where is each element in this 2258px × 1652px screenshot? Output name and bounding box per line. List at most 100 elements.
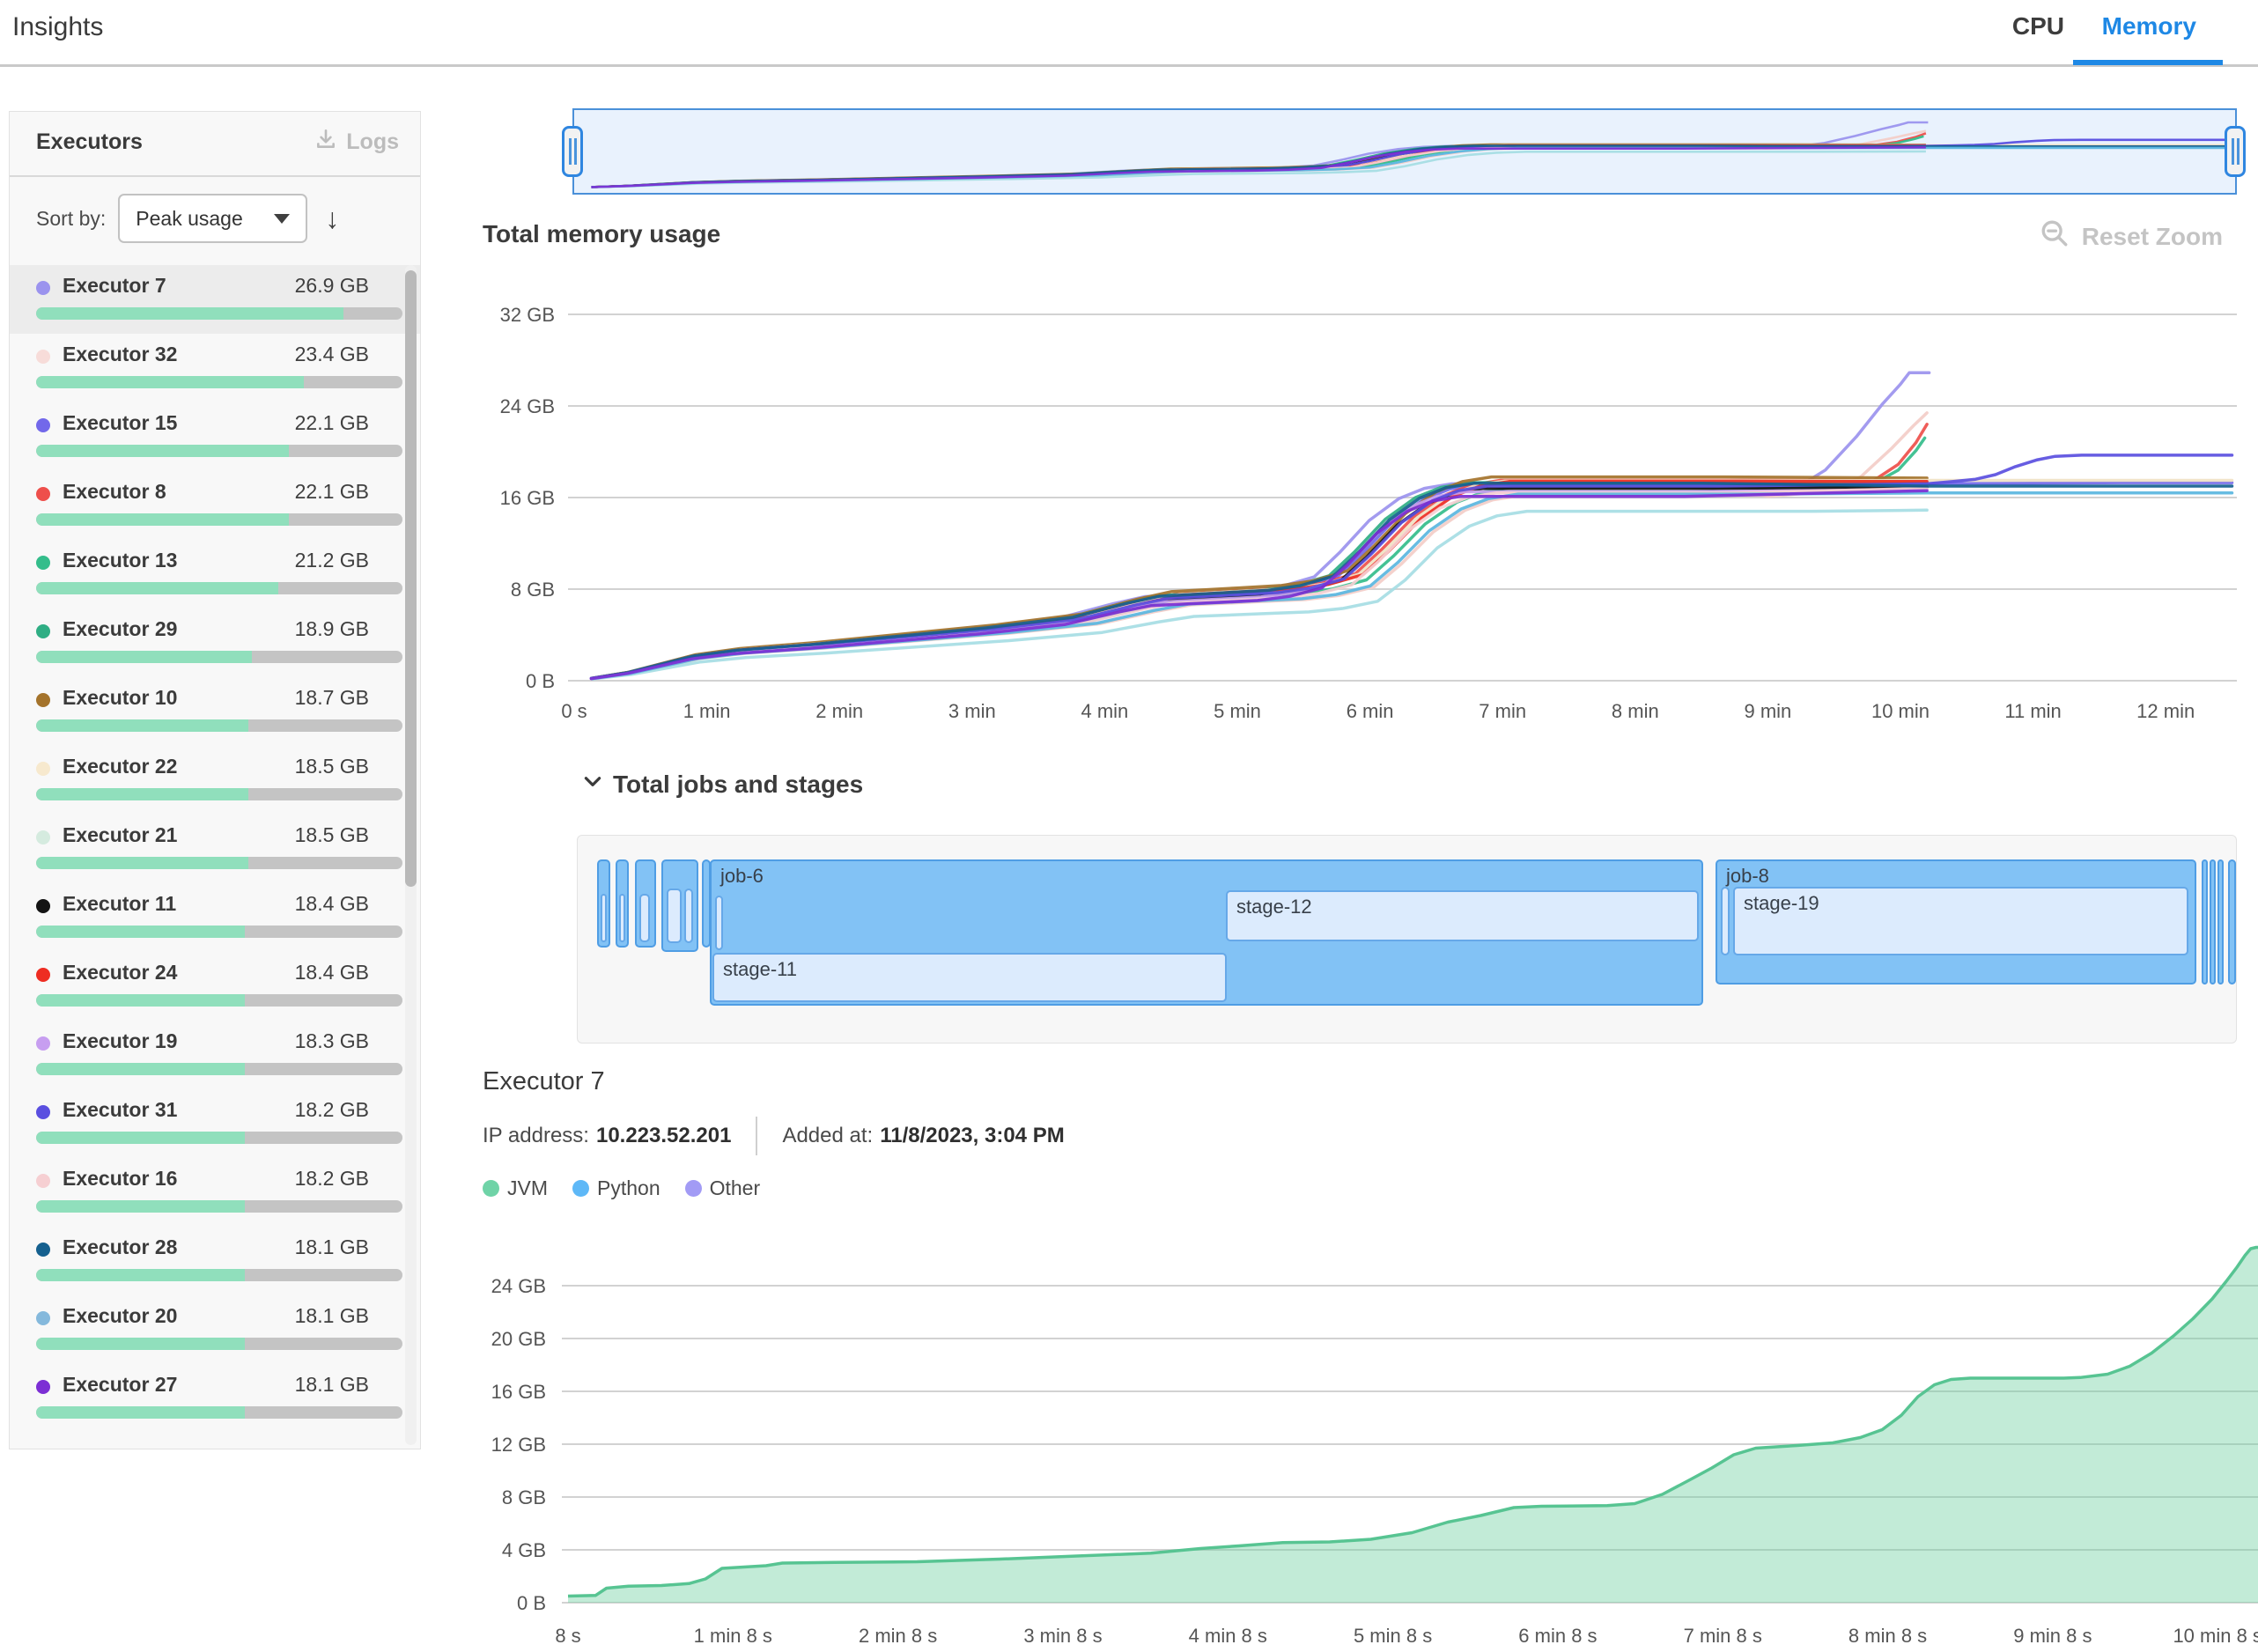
executor-color-dot [36,1036,50,1051]
tab-cpu[interactable]: CPU [2012,12,2064,41]
executor-usage-bar [36,926,402,938]
list-item[interactable]: Executor 31 18.2 GB [10,1089,420,1158]
executor-peak-value: 18.5 GB [295,823,369,847]
legend-item-other[interactable]: Other [685,1176,761,1200]
sort-row: Sort by: Peak usage ↓ [36,193,339,244]
list-item[interactable]: Executor 2118.5 GB [10,815,420,883]
svg-text:9 min 8 s: 9 min 8 s [2013,1625,2092,1647]
brush-handle-right[interactable] [2225,126,2246,177]
stage-bar[interactable] [715,896,723,950]
svg-text:12 GB: 12 GB [491,1434,546,1456]
svg-text:32 GB: 32 GB [500,304,555,326]
svg-text:11 min: 11 min [2004,700,2061,722]
tab-memory[interactable]: Memory [2102,12,2196,41]
executor-name: Executor 24 [63,961,177,985]
executor-peak-value: 18.2 GB [295,1098,369,1122]
executor-detail-title: Executor 7 [483,1067,605,1096]
executor-color-dot [36,968,50,982]
executor-meta-row: IP address: 10.223.52.201 Added at: 11/8… [483,1117,1065,1155]
zoom-brush[interactable] [572,108,2237,195]
job-bar[interactable] [2217,859,2224,985]
stage-bar[interactable] [667,889,682,943]
executor-peak-value: 18.3 GB [295,1029,369,1053]
svg-text:3 min: 3 min [948,700,996,722]
list-item[interactable]: Executor 1918.3 GB [10,1021,420,1089]
svg-text:24 GB: 24 GB [491,1275,546,1297]
legend-dot [572,1180,589,1197]
stage-bar-stage-12[interactable]: stage-12 [1226,890,1699,941]
executor-color-dot [36,899,50,913]
executors-panel-header: Executors Logs [10,112,420,175]
total-memory-title: Total memory usage [483,220,720,248]
logs-button[interactable]: Logs [314,128,399,157]
job-bar[interactable] [2202,859,2208,985]
svg-text:9 min: 9 min [1745,700,1792,722]
brush-handle-left[interactable] [562,126,583,177]
added-at-value: 11/8/2023, 3:04 PM [880,1124,1064,1148]
executor-usage-bar [36,1132,402,1144]
list-item[interactable]: Executor 24 18.4 GB [10,952,420,1021]
stage-bar-label: stage-11 [723,958,797,981]
memory-type-legend: JVM Python Other [483,1176,760,1200]
jobs-stages-gantt[interactable]: job-6job-8stage-12stage-11stage-19 [577,835,2237,1044]
executor-peak-value: 18.4 GB [295,961,369,985]
svg-text:4 min 8 s: 4 min 8 s [1189,1625,1267,1647]
svg-text:4 GB: 4 GB [502,1539,546,1561]
sort-select[interactable]: Peak usage [118,194,307,243]
stage-bar[interactable] [1721,887,1730,955]
download-icon [314,128,337,157]
legend-dot [483,1180,499,1197]
executor-name: Executor 31 [63,1098,177,1122]
svg-text:5 min: 5 min [1214,700,1261,722]
svg-text:4 min: 4 min [1081,700,1129,722]
executor-usage-bar [36,857,402,869]
svg-text:6 min 8 s: 6 min 8 s [1518,1625,1597,1647]
svg-text:8 s: 8 s [555,1625,580,1647]
list-item[interactable]: Executor 11 18.4 GB [10,883,420,952]
executor-memory-area-chart[interactable]: 24 GB20 GB16 GB12 GB8 GB4 GB0 B8 s1 min … [0,1224,2258,1652]
executor-usage-bar [36,1063,402,1075]
svg-text:2 min 8 s: 2 min 8 s [859,1625,937,1647]
sort-select-value: Peak usage [136,207,242,231]
stage-bar[interactable] [619,894,625,942]
jobs-stages-title: Total jobs and stages [613,771,863,799]
top-header: Insights CPU Memory [0,0,2258,67]
svg-text:8 GB: 8 GB [502,1486,546,1508]
executor-name: Executor 22 [63,755,177,778]
reset-zoom-button[interactable]: Reset Zoom [2040,218,2223,254]
job-bar[interactable] [2228,859,2236,985]
svg-text:5 min 8 s: 5 min 8 s [1354,1625,1432,1647]
svg-text:8 min: 8 min [1612,700,1659,722]
list-item[interactable]: Executor 1618.2 GB [10,1158,420,1227]
svg-text:10 min: 10 min [1871,700,1930,722]
sort-direction-button[interactable]: ↓ [325,203,339,235]
svg-text:16 GB: 16 GB [491,1381,546,1403]
legend-item-jvm[interactable]: JVM [483,1176,548,1200]
executor-color-dot [36,1105,50,1119]
executor-name: Executor 16 [63,1167,177,1191]
reset-zoom-label: Reset Zoom [2082,223,2223,251]
stage-bar-stage-19[interactable]: stage-19 [1733,887,2188,955]
svg-text:0 B: 0 B [526,670,555,692]
executor-peak-value: 18.4 GB [295,892,369,916]
svg-text:20 GB: 20 GB [491,1328,546,1350]
legend-item-python[interactable]: Python [572,1176,660,1200]
job-bar[interactable] [2210,859,2216,985]
zoom-out-icon [2040,218,2070,254]
jobs-stages-toggle[interactable]: Total jobs and stages [581,770,863,799]
page-title: Insights [12,12,103,42]
stage-bar[interactable] [601,894,607,942]
added-at-label: Added at: [782,1124,873,1148]
total-memory-chart[interactable]: 32 GB24 GB16 GB8 GB0 B0 s1 min2 min3 min… [0,282,2258,757]
stage-bar[interactable] [639,894,650,942]
executor-name: Executor 11 [63,892,176,916]
stage-bar[interactable] [684,889,693,943]
chevron-down-icon [274,214,290,224]
executor-usage-bar [36,994,402,1007]
svg-text:8 GB: 8 GB [511,579,555,601]
executor-color-dot [36,762,50,776]
stage-bar-stage-11[interactable]: stage-11 [712,953,1227,1002]
svg-text:8 min 8 s: 8 min 8 s [1848,1625,1927,1647]
chevron-down-icon [581,770,604,799]
legend-label: Python [597,1176,660,1200]
